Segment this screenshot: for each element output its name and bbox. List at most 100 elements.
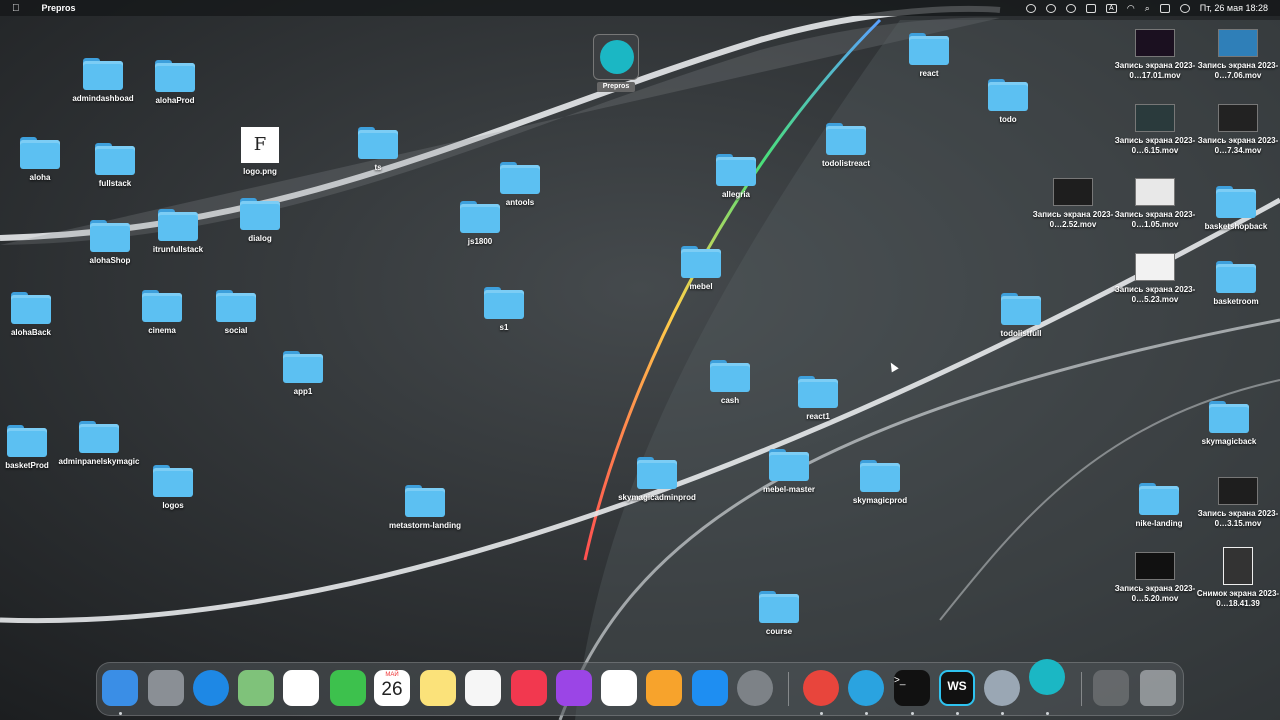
item-label: todo: [999, 115, 1017, 124]
folder-fullstack[interactable]: fullstack: [70, 143, 160, 189]
active-app-name[interactable]: Prepros: [42, 3, 76, 13]
folder-metastorm-landing[interactable]: metastorm-landing: [380, 485, 470, 531]
folder-react1[interactable]: react1: [773, 376, 863, 422]
notes-icon[interactable]: [420, 670, 456, 706]
terminal-icon[interactable]: >_: [894, 670, 930, 706]
prepros-dock-icon[interactable]: [1029, 659, 1065, 695]
folder-todo[interactable]: todo: [963, 79, 1053, 125]
running-indicator: [911, 712, 914, 715]
item-label: todolistfull: [1000, 329, 1042, 338]
folder-adminpanelskymagic[interactable]: adminpanelskymagic: [54, 421, 144, 467]
chrome-icon[interactable]: [803, 670, 839, 706]
file-logo-png[interactable]: Flogo.png: [215, 127, 305, 177]
folder-ts[interactable]: ts: [333, 127, 423, 173]
folder-skymagicadminprod[interactable]: skymagicadminprod: [612, 457, 702, 503]
telegram-status-icon[interactable]: [1045, 3, 1056, 13]
running-indicator: [820, 712, 823, 715]
folder-basketroom[interactable]: basketroom: [1191, 261, 1280, 307]
control-center-icon[interactable]: [1159, 3, 1170, 13]
folder-icon: [860, 460, 900, 492]
finder-icon[interactable]: [102, 670, 138, 706]
item-label: skymagicprod: [852, 496, 908, 505]
spotlight-icon[interactable]: ⌕: [1145, 3, 1150, 14]
freeform-icon[interactable]: [465, 670, 501, 706]
folder-icon: [11, 292, 51, 324]
item-label: Запись экрана 2023-0…2.52.mov: [1032, 210, 1114, 229]
video-file[interactable]: Запись экрана 2023-0…17.01.mov: [1110, 29, 1200, 81]
video-thumbnail-icon: [1135, 104, 1175, 132]
video-file[interactable]: Запись экрана 2023-0…6.15.mov: [1110, 104, 1200, 156]
music-icon[interactable]: [511, 670, 547, 706]
folder-basketshopback[interactable]: basketshopback: [1191, 186, 1280, 232]
photos-icon[interactable]: [283, 670, 319, 706]
folder-todolistreact[interactable]: todolistreact: [801, 123, 891, 169]
trash-icon[interactable]: [1140, 670, 1176, 706]
dock-separator: [1081, 672, 1082, 706]
launchpad-icon[interactable]: [148, 670, 184, 706]
video-file[interactable]: Запись экрана 2023-0…1.05.mov: [1110, 178, 1200, 230]
item-label: ts: [374, 163, 382, 172]
numbers-icon[interactable]: [601, 670, 637, 706]
folder-mebel[interactable]: mebel: [656, 246, 746, 292]
item-label: js1800: [467, 237, 493, 246]
downloads-stack-icon[interactable]: [1093, 670, 1129, 706]
podcasts-icon[interactable]: [556, 670, 592, 706]
battery-icon[interactable]: [1085, 3, 1096, 13]
folder-icon: [216, 290, 256, 322]
folder-icon: [1216, 186, 1256, 218]
folder-icon: [1001, 293, 1041, 325]
folder-social[interactable]: social: [191, 290, 281, 336]
video-file[interactable]: Запись экрана 2023-0…3.15.mov: [1193, 477, 1280, 529]
video-file[interactable]: Запись экрана 2023-0…5.20.mov: [1110, 552, 1200, 604]
item-label: Запись экрана 2023-0…5.20.mov: [1114, 584, 1196, 603]
folder-course[interactable]: course: [734, 591, 824, 637]
screenshot-file[interactable]: Снимок экрана 2023-0…18.41.39: [1193, 547, 1280, 609]
folder-icon: [500, 162, 540, 194]
facetime-icon[interactable]: [330, 670, 366, 706]
folder-skymagicback[interactable]: skymagicback: [1184, 401, 1274, 447]
folder-cash[interactable]: cash: [685, 360, 775, 406]
input-source-icon[interactable]: A: [1105, 3, 1117, 13]
folder-react[interactable]: react: [884, 33, 974, 79]
item-label: logos: [162, 501, 184, 510]
webstorm-icon[interactable]: WS: [939, 670, 975, 706]
folder-todolistfull[interactable]: todolistfull: [976, 293, 1066, 339]
folder-js1800[interactable]: js1800: [435, 201, 525, 247]
video-file[interactable]: Запись экрана 2023-0…7.06.mov: [1193, 29, 1280, 81]
menubar-clock[interactable]: Пт, 26 мая 18:28: [1200, 3, 1268, 13]
play-icon[interactable]: [1065, 3, 1076, 13]
video-file[interactable]: Запись экрана 2023-0…7.34.mov: [1193, 104, 1280, 156]
running-indicator: [1001, 712, 1004, 715]
safari-icon[interactable]: [193, 670, 229, 706]
folder-icon: [460, 201, 500, 233]
folder-app1[interactable]: app1: [258, 351, 348, 397]
prepros-app-icon[interactable]: [593, 34, 639, 80]
folder-alohaprod[interactable]: alohaProd: [130, 60, 220, 106]
folder-allegria[interactable]: allegria: [691, 154, 781, 200]
folder-skymagicprod[interactable]: skymagicprod: [835, 460, 925, 506]
pages-icon[interactable]: [646, 670, 682, 706]
folder-alohaback[interactable]: alohaBack: [0, 292, 76, 338]
calendar-icon[interactable]: МАЙ 26: [374, 670, 410, 706]
folder-logos[interactable]: logos: [128, 465, 218, 511]
system-settings-icon[interactable]: [737, 670, 773, 706]
quicktime-icon[interactable]: [984, 670, 1020, 706]
siri-icon[interactable]: [1179, 3, 1190, 13]
menu-bar:  Prepros A ◠ ⌕ Пт, 26 мая 18:28: [0, 0, 1280, 16]
record-icon[interactable]: [1025, 3, 1036, 13]
folder-itrunfullstack[interactable]: itrunfullstack: [133, 209, 223, 255]
apple-menu-icon[interactable]: : [12, 3, 20, 14]
maps-icon[interactable]: [238, 670, 274, 706]
folder-nike-landing[interactable]: nike-landing: [1114, 483, 1204, 529]
app-store-icon[interactable]: [692, 670, 728, 706]
wifi-icon[interactable]: ◠: [1127, 3, 1135, 14]
desktop-wallpaper: [0, 0, 1280, 720]
folder-mebel-master[interactable]: mebel-master: [744, 449, 834, 495]
folder-s1[interactable]: s1: [459, 287, 549, 333]
telegram-icon[interactable]: [848, 670, 884, 706]
folder-icon: [95, 143, 135, 175]
item-label: basketshopback: [1204, 222, 1268, 231]
folder-dialog[interactable]: dialog: [215, 198, 305, 244]
video-file[interactable]: Запись экрана 2023-0…5.23.mov: [1110, 253, 1200, 305]
video-file[interactable]: Запись экрана 2023-0…2.52.mov: [1028, 178, 1118, 230]
